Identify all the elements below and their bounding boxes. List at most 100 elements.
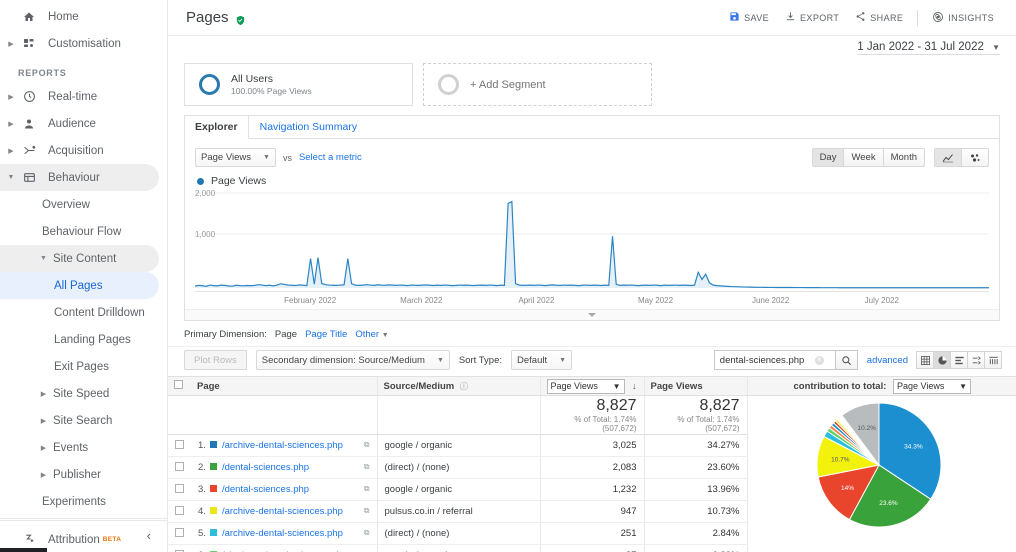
row-page-views-pct: 10.73%	[643, 500, 747, 523]
tab-explorer[interactable]: Explorer	[185, 116, 249, 139]
row-page-cell: 4. /archive-dental-sciences.php ⧉	[191, 500, 377, 523]
segment-all-users[interactable]: All Users 100.00% Page Views	[184, 63, 413, 106]
row-page-cell: 3. /dental-sciences.php ⧉	[191, 478, 377, 501]
primary-dimension-label: Primary Dimension:	[184, 329, 267, 340]
sidebar-item-acquisition[interactable]: ▶ Acquisition	[0, 137, 167, 164]
row-checkbox[interactable]	[175, 439, 184, 449]
pivot-view-icon[interactable]	[984, 351, 1002, 369]
row-checkbox[interactable]	[175, 483, 184, 493]
granularity-week-button[interactable]: Week	[843, 148, 884, 167]
sidebar-item-behaviour[interactable]: ▼ Behaviour	[0, 164, 159, 191]
add-segment-button[interactable]: + Add Segment	[423, 63, 652, 106]
save-button[interactable]: SAVE	[721, 4, 777, 32]
primary-dimension-page[interactable]: Page	[275, 329, 297, 340]
chart-collapse-handle[interactable]	[185, 309, 999, 320]
sidebar-item-exit-pages[interactable]: Exit Pages	[0, 353, 167, 380]
row-checkbox-cell[interactable]	[168, 478, 191, 501]
row-checkbox[interactable]	[175, 505, 184, 515]
row-checkbox[interactable]	[175, 527, 184, 537]
column-header-source-medium[interactable]: Source/Medium ⓘ	[376, 376, 540, 396]
date-range-picker[interactable]: 1 Jan 2022 - 31 Jul 2022 ▼	[857, 41, 1000, 55]
pages-table: Page Source/Medium ⓘ Page Views ▼ ↓ Page…	[168, 376, 1016, 552]
scatter-chart-icon[interactable]	[961, 148, 989, 167]
plot-rows-button[interactable]: Plot Rows	[184, 350, 247, 370]
granularity-buttons: Day Week Month	[811, 148, 925, 167]
bar-view-icon[interactable]	[950, 351, 968, 369]
sidebar-item-overview[interactable]: Overview	[0, 191, 167, 218]
x-axis-tick: February 2022	[284, 296, 337, 305]
open-external-icon[interactable]: ⧉	[364, 528, 370, 538]
secondary-dimension-selector[interactable]: Secondary dimension: Source/Medium ▼	[255, 350, 450, 370]
row-source-medium: (direct) / (none)	[376, 522, 540, 545]
column-header-metric-select[interactable]: Page Views ▼ ↓	[539, 376, 644, 396]
primary-dimension-page-title[interactable]: Page Title	[305, 329, 347, 340]
sidebar-item-site-speed[interactable]: ▶ Site Speed	[0, 380, 167, 407]
segment-ring-icon	[199, 74, 220, 95]
row-page-link[interactable]: /archive-dental-sciences.php	[222, 440, 343, 451]
sort-type-selector[interactable]: Default ▼	[511, 350, 573, 370]
sidebar-item-label: Audience	[48, 117, 96, 130]
open-external-icon[interactable]: ⧉	[364, 440, 370, 450]
contribution-selector[interactable]: Page Views ▼	[893, 378, 972, 394]
sidebar-item-customisation[interactable]: ▶ Customisation	[0, 30, 167, 57]
metric-selector[interactable]: Page Views ▼	[195, 148, 276, 167]
pie-view-icon[interactable]	[933, 351, 951, 369]
search-box[interactable]: ✕	[713, 350, 836, 370]
share-button[interactable]: SHARE	[847, 4, 911, 32]
advanced-link[interactable]: advanced	[867, 355, 908, 366]
line-chart-icon[interactable]	[934, 148, 962, 167]
sidebar-item-landing-pages[interactable]: Landing Pages	[0, 326, 167, 353]
sidebar-collapse-button[interactable]: ‹	[0, 518, 167, 552]
info-icon[interactable]: ⓘ	[460, 382, 468, 391]
row-checkbox-cell[interactable]	[168, 434, 191, 457]
sidebar: Home ▶ Customisation REPORTS ▶ Real-time…	[0, 0, 168, 552]
sidebar-item-label: Site Content	[53, 252, 117, 265]
tab-navigation-summary[interactable]: Navigation Summary	[249, 116, 368, 139]
sidebar-item-experiments[interactable]: Experiments	[0, 488, 167, 515]
search-button[interactable]	[835, 350, 858, 370]
row-page-link[interactable]: /archive-dental-sciences.php	[222, 506, 343, 517]
sort-descending-icon[interactable]: ↓	[632, 381, 637, 391]
sidebar-item-audience[interactable]: ▶ Audience	[0, 110, 167, 137]
sidebar-item-real-time[interactable]: ▶ Real-time	[0, 83, 167, 110]
granularity-month-button[interactable]: Month	[882, 148, 925, 167]
row-checkbox-cell[interactable]	[168, 522, 191, 545]
primary-dimension-other[interactable]: Other ▼	[355, 329, 388, 340]
sidebar-item-home[interactable]: Home	[0, 3, 167, 30]
row-page-link[interactable]: /archive-dental-sciences.php	[222, 528, 343, 539]
row-checkbox-cell[interactable]	[168, 500, 191, 523]
open-external-icon[interactable]: ⧉	[364, 506, 370, 516]
comparison-view-icon[interactable]	[967, 351, 985, 369]
share-icon	[855, 11, 866, 24]
row-checkbox-cell[interactable]	[168, 456, 191, 479]
insights-button[interactable]: INSIGHTS	[924, 4, 1002, 32]
clear-icon[interactable]: ✕	[814, 355, 824, 365]
row-page-link[interactable]: /dental-sciences.php	[222, 484, 309, 495]
sidebar-item-events[interactable]: ▶ Events	[0, 434, 167, 461]
metric-column-selector[interactable]: Page Views ▼	[546, 378, 625, 394]
row-checkbox-cell[interactable]	[168, 544, 191, 552]
column-header-page-views[interactable]: Page Views	[643, 376, 747, 396]
row-checkbox[interactable]	[175, 461, 184, 471]
open-external-icon[interactable]: ⧉	[364, 462, 370, 472]
segment-ring-icon	[438, 74, 459, 95]
search-input[interactable]	[719, 354, 815, 366]
sidebar-item-publisher[interactable]: ▶ Publisher	[0, 461, 167, 488]
granularity-day-button[interactable]: Day	[811, 148, 845, 167]
column-header-page[interactable]: Page	[191, 376, 377, 396]
row-color-swatch	[209, 507, 217, 514]
open-external-icon[interactable]: ⧉	[364, 484, 370, 494]
table-view-icon[interactable]	[916, 351, 934, 369]
page-views-chart[interactable]: 2,000 1,000	[195, 189, 989, 291]
sidebar-item-behaviour-flow[interactable]: Behaviour Flow	[0, 218, 167, 245]
sidebar-item-site-search[interactable]: ▶ Site Search	[0, 407, 167, 434]
sidebar-item-site-content[interactable]: ▼ Site Content	[0, 245, 159, 272]
export-button[interactable]: EXPORT	[777, 4, 847, 32]
select-all-checkbox[interactable]	[174, 380, 183, 389]
sidebar-item-all-pages[interactable]: All Pages	[0, 272, 159, 299]
row-page-link[interactable]: /dental-sciences.php	[222, 462, 309, 473]
select-a-metric-link[interactable]: Select a metric	[299, 152, 362, 163]
contribution-pie-chart[interactable]: 34.3% 23.6% 14% 10.7% 10.2%	[807, 393, 957, 546]
sidebar-item-content-drilldown[interactable]: Content Drilldown	[0, 299, 167, 326]
select-all-header[interactable]	[168, 376, 191, 396]
